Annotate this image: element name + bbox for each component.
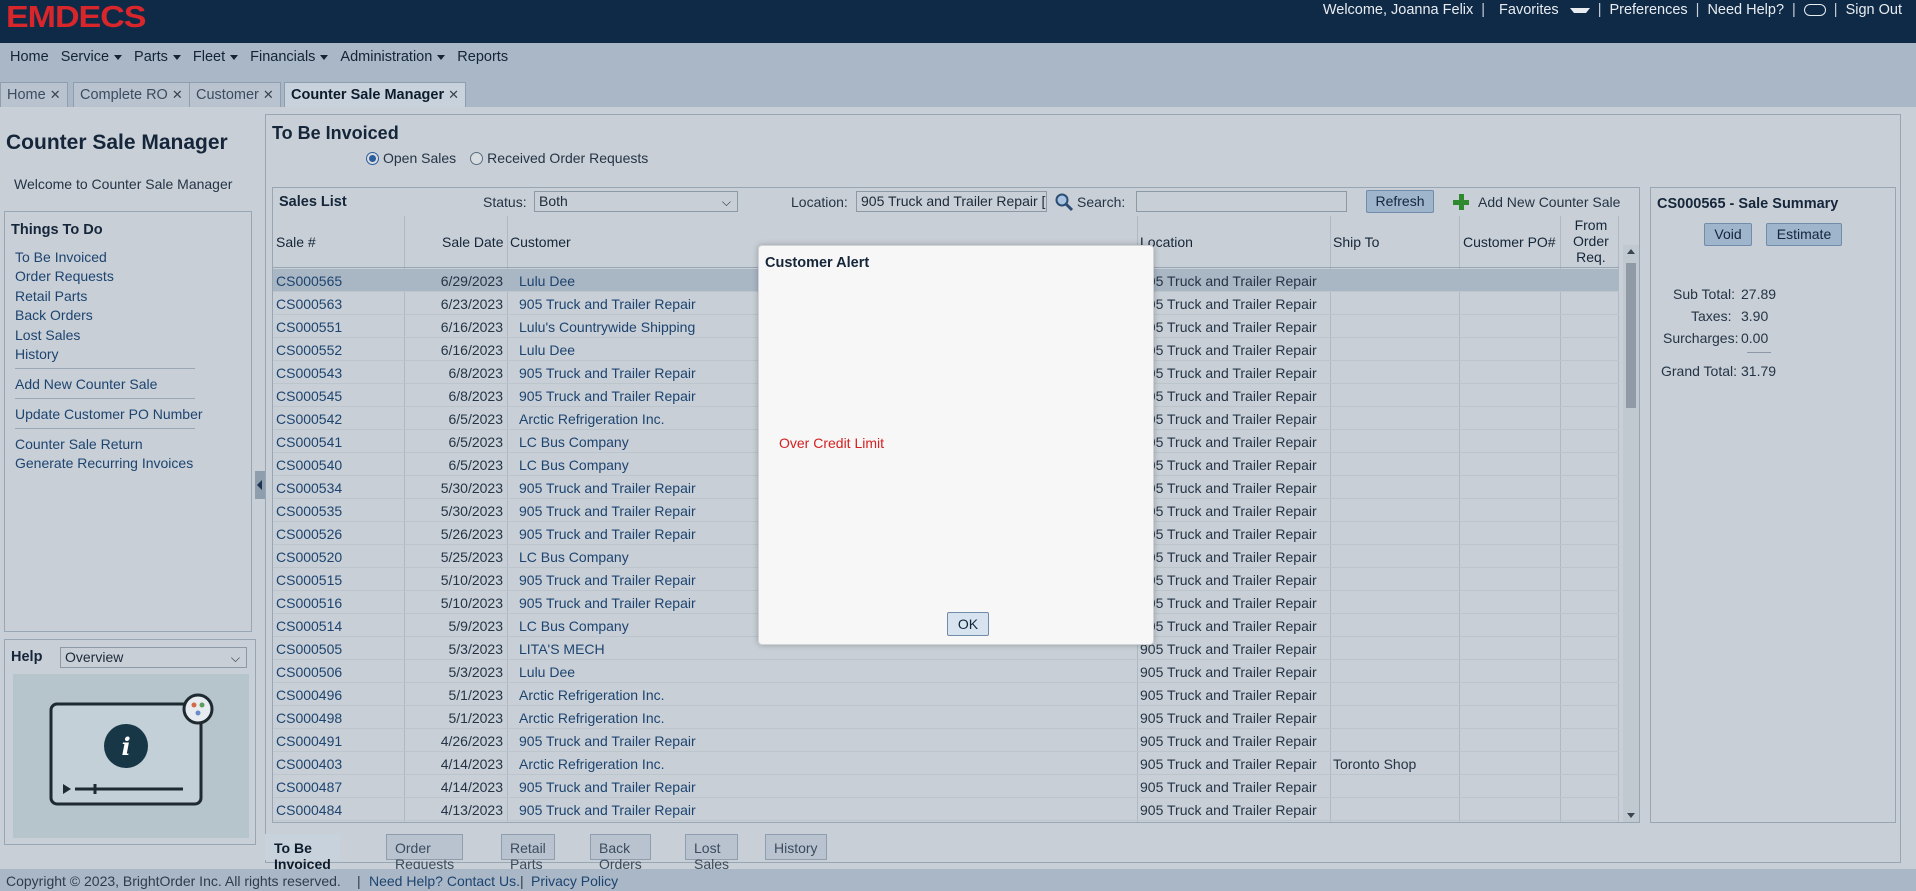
dialog-title: Customer Alert	[765, 255, 870, 271]
customer-alert-dialog: Customer Alert Over Credit Limit OK	[758, 245, 1154, 645]
ok-button[interactable]: OK	[947, 612, 989, 636]
alert-message: Over Credit Limit	[779, 435, 885, 451]
